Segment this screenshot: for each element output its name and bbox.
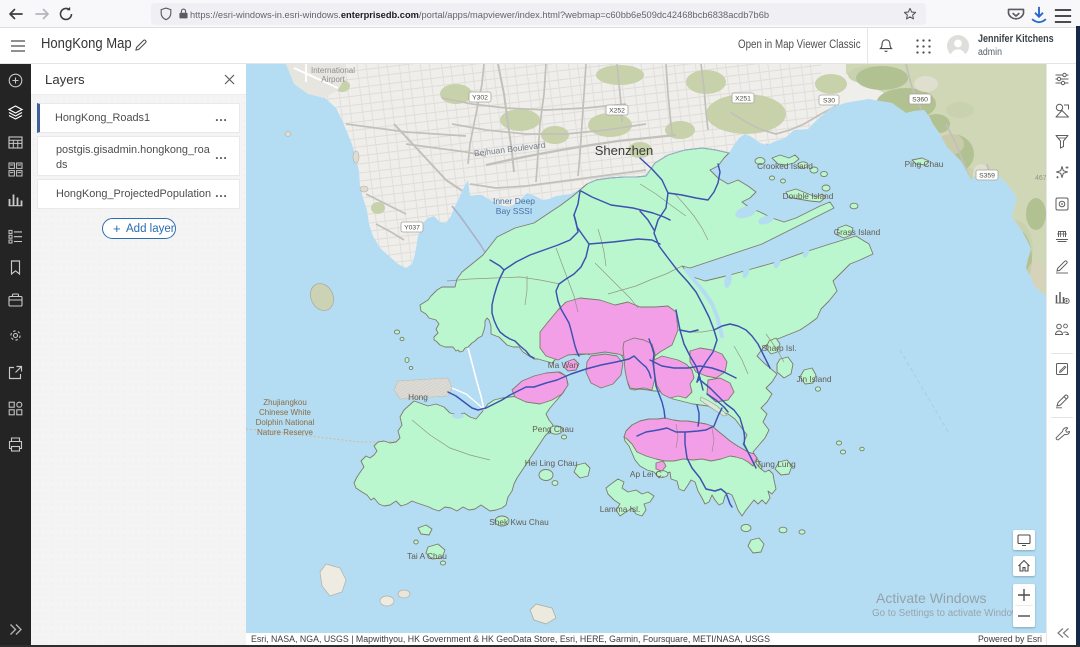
svg-text:Hong: Hong: [408, 392, 428, 402]
svg-text:International: International: [311, 66, 355, 75]
svg-text:Bay SSSI: Bay SSSI: [496, 206, 532, 216]
svg-text:Chinese White: Chinese White: [259, 408, 312, 417]
svg-text:X251: X251: [735, 96, 751, 103]
svg-text:Grass Island: Grass Island: [834, 227, 881, 237]
svg-text:Ma Wan: Ma Wan: [548, 360, 579, 370]
svg-text:Lamma Isl.: Lamma Isl.: [600, 504, 641, 514]
svg-text:Y302: Y302: [472, 95, 488, 102]
svg-text:Zhujiangkou: Zhujiangkou: [263, 398, 307, 407]
svg-text:Sharp Isl.: Sharp Isl.: [761, 343, 796, 353]
svg-text:Shek Kwu Chau: Shek Kwu Chau: [489, 517, 549, 527]
svg-text:Ap Lei C.: Ap Lei C.: [630, 469, 664, 479]
svg-text:Dolphin National: Dolphin National: [256, 418, 315, 427]
svg-text:S30: S30: [823, 98, 835, 105]
svg-text:Tung Lung: Tung Lung: [756, 459, 796, 469]
svg-text:Crooked Island: Crooked Island: [757, 161, 813, 171]
svg-text:467: 467: [1035, 175, 1046, 182]
svg-text:Y037: Y037: [404, 225, 420, 232]
svg-text:Ping Chau: Ping Chau: [905, 159, 944, 169]
svg-text:S360: S360: [912, 97, 928, 104]
svg-text:Hei Ling Chau: Hei Ling Chau: [525, 458, 578, 468]
svg-text:Double Island: Double Island: [783, 191, 834, 201]
svg-text:Inner Deep: Inner Deep: [493, 196, 535, 206]
svg-text:S359: S359: [979, 173, 995, 180]
svg-text:X252: X252: [609, 108, 625, 115]
svg-text:Jin Island: Jin Island: [796, 374, 831, 384]
svg-text:Airport: Airport: [321, 75, 345, 84]
svg-text:Tai A Chau: Tai A Chau: [407, 551, 447, 561]
svg-text:Peng Chau: Peng Chau: [532, 424, 574, 434]
svg-text:Nature Reserve: Nature Reserve: [257, 428, 314, 437]
svg-text:Shenzhen: Shenzhen: [595, 143, 654, 158]
